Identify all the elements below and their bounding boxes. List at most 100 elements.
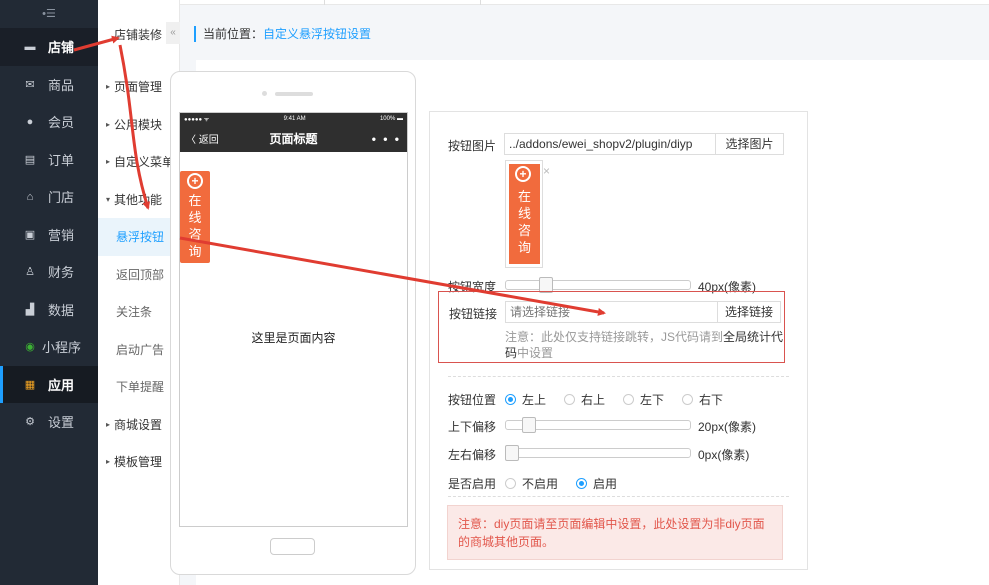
subnav-item-launch-ad[interactable]: 启动广告 xyxy=(98,331,179,369)
subnav-item-page-management[interactable]: ▸ 页面管理 xyxy=(98,68,179,106)
store-icon: ▬ xyxy=(24,40,36,53)
horizontal-offset-value: 0px(像素) xyxy=(698,448,750,462)
link-label: 按钮链接 xyxy=(449,307,498,321)
divider xyxy=(448,496,789,497)
sidebar-item-miniapp[interactable]: ◉ 小程序 xyxy=(0,328,98,366)
more-icon[interactable]: • • • xyxy=(372,132,401,146)
subnav-item-mall-settings[interactable]: ▸ 商城设置 xyxy=(98,406,179,444)
radio-bottom-left[interactable]: 左下 xyxy=(623,391,664,408)
subnav-item-label: 自定义菜单 xyxy=(114,155,175,170)
page-content-placeholder: 这里是页面内容 xyxy=(251,331,336,345)
radio-label: 启用 xyxy=(593,477,618,491)
subnav-item-other-features[interactable]: ▾ 其他功能 xyxy=(98,181,179,219)
vertical-offset-value: 20px(像素) xyxy=(698,420,757,434)
caret-right-icon: ▸ xyxy=(106,82,111,92)
sidebar-item-data[interactable]: ▟ 数据 xyxy=(0,291,98,329)
member-icon: ● xyxy=(26,115,34,128)
subnav-item-back-to-top[interactable]: 返回顶部 xyxy=(98,256,179,294)
back-button[interactable]: 〈 返回 xyxy=(186,131,219,146)
subnav-item-label: 公用模块 xyxy=(114,117,163,132)
sidebar-item-label: 商品 xyxy=(48,77,75,93)
thumb-char: 线 xyxy=(517,206,531,221)
float-button-char: 咨 xyxy=(188,227,202,242)
vertical-offset-slider[interactable] xyxy=(505,417,691,433)
phone-speaker xyxy=(255,91,333,97)
goods-icon: ✉ xyxy=(25,78,35,91)
caret-right-icon: ▸ xyxy=(106,157,111,167)
apps-icon: ▦ xyxy=(24,378,36,391)
width-slider[interactable] xyxy=(505,277,691,293)
phone-title-bar: 〈 返回 页面标题 • • • xyxy=(180,125,407,152)
divider xyxy=(448,376,789,377)
close-icon[interactable]: × xyxy=(543,164,550,178)
horizontal-offset-slider[interactable] xyxy=(505,445,691,461)
secondary-nav: 店铺装修 ▸ 页面管理 ▸ 公用模块 ▸ 自定义菜单 ▾ 其他功能 悬浮按钮 返回顶部 … xyxy=(98,0,180,585)
radio-top-left[interactable]: 左上 xyxy=(505,391,546,408)
radio-bottom-right[interactable]: 右下 xyxy=(682,391,723,408)
caret-right-icon: ▸ xyxy=(106,457,111,467)
slider-handle[interactable] xyxy=(505,445,519,461)
subnav-item-follow-bar[interactable]: 关注条 xyxy=(98,293,179,331)
main-sidebar: •☰ ▬ 店铺 ✉ 商品 ● 会员 ▤ 订单 ⌂ 门店 ▣ 营销 ♙ 财务 ▟ 数据 ◉ 小程序 … xyxy=(0,0,98,585)
breadcrumb-current-link[interactable]: 自定义悬浮按钮设置 xyxy=(263,27,371,41)
image-thumbnail: + 在 线 咨 询 xyxy=(505,160,543,268)
enable-radio-group: 不启用 启用 xyxy=(505,475,635,492)
sidebar-item-label: 订单 xyxy=(48,152,75,168)
sidebar-item-store[interactable]: ▬ 店铺 xyxy=(0,28,98,66)
sidebar-collapse-icon[interactable]: •☰ xyxy=(0,0,98,28)
link-input[interactable] xyxy=(505,301,717,323)
thumb-char: 咨 xyxy=(517,223,531,238)
breadcrumb-prefix: 当前位置： xyxy=(203,27,264,41)
sidebar-item-shop[interactable]: ⌂ 门店 xyxy=(0,178,98,216)
sidebar-item-member[interactable]: ● 会员 xyxy=(0,103,98,141)
sidebar-item-order[interactable]: ▤ 订单 xyxy=(0,141,98,179)
phone-status-bar: ●●●●● ᯤ 9:41 AM 100% ▬ xyxy=(180,113,407,125)
position-label: 按钮位置 xyxy=(448,393,497,407)
select-image-button[interactable]: 选择图片 xyxy=(715,133,784,155)
sidebar-item-finance[interactable]: ♙ 财务 xyxy=(0,253,98,291)
subnav-item-template-management[interactable]: ▸ 模板管理 xyxy=(98,443,179,481)
radio-enable[interactable]: 启用 xyxy=(576,475,617,492)
subnav-item-label: 其他功能 xyxy=(114,192,163,207)
image-path-input[interactable]: ../addons/ewei_shopv2/plugin/diyp xyxy=(504,133,715,155)
floating-consult-button[interactable]: + 在 线 咨 询 xyxy=(180,171,210,263)
settings-form: 按钮图片 ../addons/ewei_shopv2/plugin/diyp 选… xyxy=(429,111,808,570)
subnav-collapse-icon[interactable]: « xyxy=(166,22,180,44)
sidebar-item-settings[interactable]: ⚙ 设置 xyxy=(0,403,98,441)
warning-alert: 注意：diy页面请至页面编辑中设置，此处设置为非diy页面的商城其他页面。 xyxy=(447,505,783,560)
finance-icon: ♙ xyxy=(25,266,35,279)
status-time: 9:41 AM xyxy=(283,116,306,122)
radio-top-right[interactable]: 右上 xyxy=(564,391,605,408)
sidebar-item-label: 设置 xyxy=(48,415,75,431)
gear-icon: ⚙ xyxy=(25,416,35,429)
horizontal-offset-label: 左右偏移 xyxy=(448,448,497,462)
note-text: 中设置 xyxy=(517,346,554,360)
radio-disable[interactable]: 不启用 xyxy=(505,475,558,492)
select-link-button[interactable]: 选择链接 xyxy=(717,301,781,323)
radio-label: 不启用 xyxy=(522,477,559,491)
thumb-char: 询 xyxy=(517,240,531,255)
float-button-char: 在 xyxy=(188,193,202,208)
link-highlight-box: 按钮链接 选择链接 注意：此处仅支持链接跳转，JS代码请到全局统计代码中设置 xyxy=(438,291,785,363)
sidebar-item-marketing[interactable]: ▣ 营销 xyxy=(0,216,98,254)
link-note: 注意：此处仅支持链接跳转，JS代码请到全局统计代码中设置 xyxy=(505,329,787,361)
radio-label: 左上 xyxy=(522,393,547,407)
sidebar-item-goods[interactable]: ✉ 商品 xyxy=(0,66,98,104)
thumb-char: 在 xyxy=(517,189,531,204)
slider-handle[interactable] xyxy=(522,417,536,433)
subnav-item-label: 模板管理 xyxy=(114,455,163,470)
radio-label: 右上 xyxy=(581,393,606,407)
image-label: 按钮图片 xyxy=(448,139,497,153)
subnav-item-common-modules[interactable]: ▸ 公用模块 xyxy=(98,106,179,144)
subnav-item-order-reminder[interactable]: 下单提醒 xyxy=(98,368,179,406)
sidebar-item-apps[interactable]: ▦ 应用 xyxy=(0,365,98,403)
subnav-item-custom-menu[interactable]: ▸ 自定义菜单 xyxy=(98,143,179,181)
phone-home-button xyxy=(270,538,315,555)
sidebar-item-label: 门店 xyxy=(48,190,75,206)
plus-icon: + xyxy=(515,166,531,182)
sidebar-item-label: 营销 xyxy=(48,227,75,243)
caret-right-icon: ▸ xyxy=(106,119,111,129)
battery-icon: 100% ▬ xyxy=(379,116,403,122)
signal-icon: ●●●●● ᯤ xyxy=(184,117,210,123)
subnav-item-floating-button[interactable]: 悬浮按钮 xyxy=(98,218,179,256)
